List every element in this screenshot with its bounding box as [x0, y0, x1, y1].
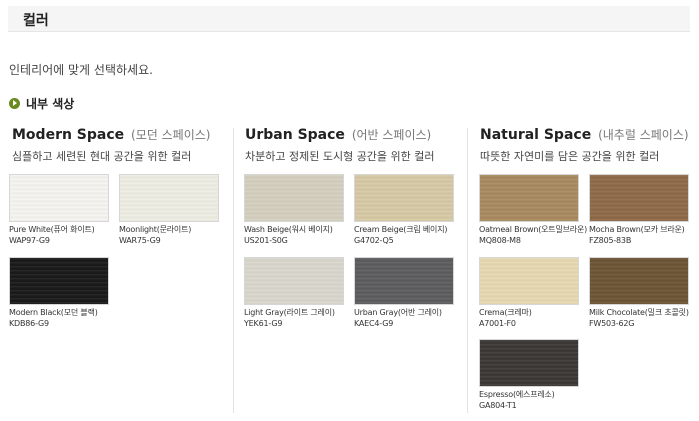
color-swatch[interactable]: Pure White(퓨어 화이트) WAP97-G9 [9, 174, 109, 245]
swatch-code: YEK61-G9 [244, 319, 283, 328]
column-title-text: Urban Space [245, 127, 345, 143]
swatch-chip[interactable] [9, 174, 109, 222]
swatch-code: WAR75-G9 [119, 236, 161, 245]
swatch-code: G4702-Q5 [354, 236, 394, 245]
swatch-name: Wash Beige(워시 베이지) [244, 225, 333, 234]
swatch-chip[interactable] [589, 257, 689, 305]
swatch-name: Urban Gray(어반 그레이) [354, 308, 442, 317]
subhead-label: 내부 색상 [26, 96, 75, 111]
column-title: Urban Space (어반 스페이스) [245, 126, 435, 143]
column-modern-space: Modern Space (모던 스페이스) 심플하고 세련된 현대 공간을 위… [12, 126, 210, 164]
color-swatch[interactable]: Urban Gray(어반 그레이) KAEC4-G9 [354, 257, 454, 328]
color-swatch[interactable]: Light Gray(라이트 그레이) YEK61-G9 [244, 257, 344, 328]
swatch-chip[interactable] [479, 257, 579, 305]
swatch-name: Mocha Brown(모카 브라운) [589, 225, 685, 234]
column-desc: 심플하고 세련된 현대 공간을 위한 컬러 [12, 150, 192, 163]
swatch-code: MQ808-M8 [479, 236, 521, 245]
section-header: 컬러 [8, 6, 690, 32]
column-divider [233, 128, 234, 413]
column-urban-space: Urban Space (어반 스페이스) 차분하고 정제된 도시형 공간을 위… [245, 126, 435, 164]
swatch-chip[interactable] [244, 257, 344, 305]
swatch-code: KDB86-G9 [9, 319, 49, 328]
column-desc: 차분하고 정제된 도시형 공간을 위한 컬러 [245, 150, 435, 163]
swatch-name: Milk Chocolate(밀크 초콜릿) [589, 308, 689, 317]
column-divider [467, 128, 468, 413]
swatch-name: Modern Black(모던 블랙) [9, 308, 98, 317]
color-swatch[interactable]: Modern Black(모던 블랙) KDB86-G9 [9, 257, 109, 328]
swatch-chip[interactable] [589, 174, 689, 222]
swatch-name: Crema(크레마) [479, 308, 532, 317]
swatch-chip[interactable] [244, 174, 344, 222]
swatch-name: Espresso(에스프레소) [479, 390, 555, 399]
swatch-name: Cream Beige(크림 베이지) [354, 225, 448, 234]
subhead: 내부 색상 [9, 95, 74, 111]
swatch-code: GA804-T1 [479, 401, 517, 410]
swatch-name: Oatmeal Brown(오트밀브라운) [479, 225, 588, 234]
column-natural-space: Natural Space (내추럴 스페이스) 따뜻한 자연미를 담은 공간을… [480, 126, 689, 164]
column-desc: 따뜻한 자연미를 담은 공간을 위한 컬러 [480, 150, 660, 163]
swatch-chip[interactable] [479, 174, 579, 222]
swatch-chip[interactable] [119, 174, 219, 222]
section-title: 컬러 [23, 13, 49, 29]
color-swatch[interactable]: Moonlight(문라이트) WAR75-G9 [119, 174, 219, 245]
swatch-code: A7001-F0 [479, 319, 516, 328]
intro-text: 인테리어에 맞게 선택하세요. [9, 63, 153, 77]
swatch-chip[interactable] [479, 339, 579, 387]
column-title: Modern Space (모던 스페이스) [12, 126, 210, 143]
swatch-code: US201-S0G [244, 236, 288, 245]
color-swatch[interactable]: Crema(크레마) A7001-F0 [479, 257, 579, 328]
swatch-chip[interactable] [354, 174, 454, 222]
swatch-name: Pure White(퓨어 화이트) [9, 225, 95, 234]
swatch-name: Moonlight(문라이트) [119, 225, 192, 234]
column-subtitle: (모던 스페이스) [131, 128, 211, 142]
swatch-chip[interactable] [354, 257, 454, 305]
swatch-chip[interactable] [9, 257, 109, 305]
swatch-code: FW503-62G [589, 319, 635, 328]
color-swatch[interactable]: Wash Beige(워시 베이지) US201-S0G [244, 174, 344, 245]
swatch-code: FZ805-83B [589, 236, 632, 245]
color-swatch[interactable]: Cream Beige(크림 베이지) G4702-Q5 [354, 174, 454, 245]
color-swatch[interactable]: Espresso(에스프레소) GA804-T1 [479, 339, 579, 410]
column-title-text: Natural Space [480, 127, 592, 143]
column-subtitle: (어반 스페이스) [351, 128, 432, 142]
color-swatch[interactable]: Mocha Brown(모카 브라운) FZ805-83B [589, 174, 689, 245]
column-title-text: Modern Space [12, 127, 125, 143]
column-title: Natural Space (내추럴 스페이스) [480, 126, 689, 143]
swatch-code: WAP97-G9 [9, 236, 50, 245]
swatch-code: KAEC4-G9 [354, 319, 394, 328]
bullet-arrow-icon [9, 97, 20, 109]
color-swatch[interactable]: Oatmeal Brown(오트밀브라운) MQ808-M8 [479, 174, 587, 245]
column-subtitle: (내추럴 스페이스) [598, 128, 689, 142]
swatch-name: Light Gray(라이트 그레이) [244, 308, 335, 317]
color-swatch[interactable]: Milk Chocolate(밀크 초콜릿) FW503-62G [589, 257, 689, 328]
